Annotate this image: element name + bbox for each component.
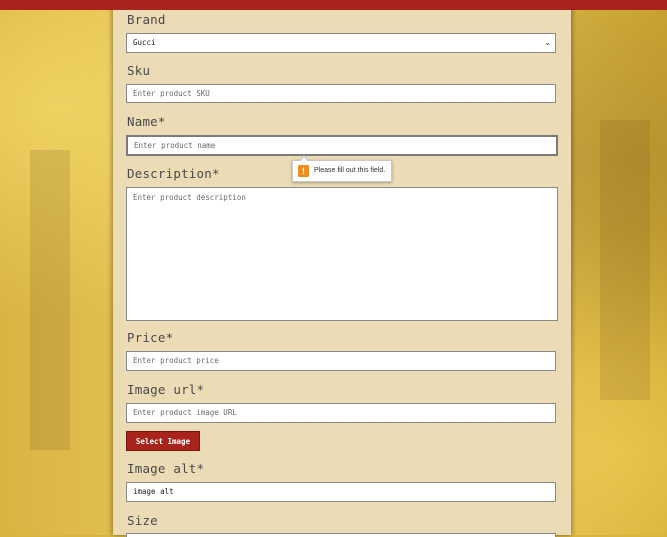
image-url-label: Image url* bbox=[127, 382, 205, 397]
validation-tooltip: ! Please fill out this field. bbox=[292, 155, 392, 182]
brand-select[interactable]: Gucci ⌄ bbox=[126, 33, 556, 53]
name-label: Name* bbox=[127, 114, 166, 129]
name-placeholder: Enter product name bbox=[134, 141, 216, 150]
size-label: Size bbox=[127, 513, 158, 528]
name-input[interactable]: Enter product name bbox=[126, 135, 558, 156]
product-form: Brand Gucci ⌄ Sku Enter product SKU Name… bbox=[113, 0, 571, 537]
description-textarea[interactable]: Enter product description bbox=[126, 187, 558, 321]
image-url-input[interactable]: Enter product image URL bbox=[126, 403, 556, 423]
brand-label: Brand bbox=[127, 12, 166, 27]
select-image-button[interactable]: Select Image bbox=[126, 431, 200, 451]
image-alt-input[interactable]: image alt bbox=[126, 482, 556, 502]
size-input[interactable] bbox=[126, 533, 556, 537]
sku-input[interactable]: Enter product SKU bbox=[126, 84, 556, 103]
sku-placeholder: Enter product SKU bbox=[133, 89, 210, 98]
validation-message: Please fill out this field. bbox=[314, 167, 386, 174]
warning-icon: ! bbox=[298, 165, 309, 177]
top-bar bbox=[0, 0, 667, 10]
description-label: Description* bbox=[127, 166, 220, 181]
chevron-down-icon: ⌄ bbox=[544, 38, 551, 47]
image-alt-label: Image alt* bbox=[127, 461, 205, 476]
image-url-placeholder: Enter product image URL bbox=[133, 408, 237, 417]
image-alt-value: image alt bbox=[133, 487, 174, 496]
price-label: Price* bbox=[127, 330, 174, 345]
description-placeholder: Enter product description bbox=[133, 193, 246, 202]
price-input[interactable]: Enter product price bbox=[126, 351, 556, 371]
sku-label: Sku bbox=[127, 63, 151, 78]
brand-selected-value: Gucci bbox=[133, 38, 156, 47]
price-placeholder: Enter product price bbox=[133, 356, 219, 365]
